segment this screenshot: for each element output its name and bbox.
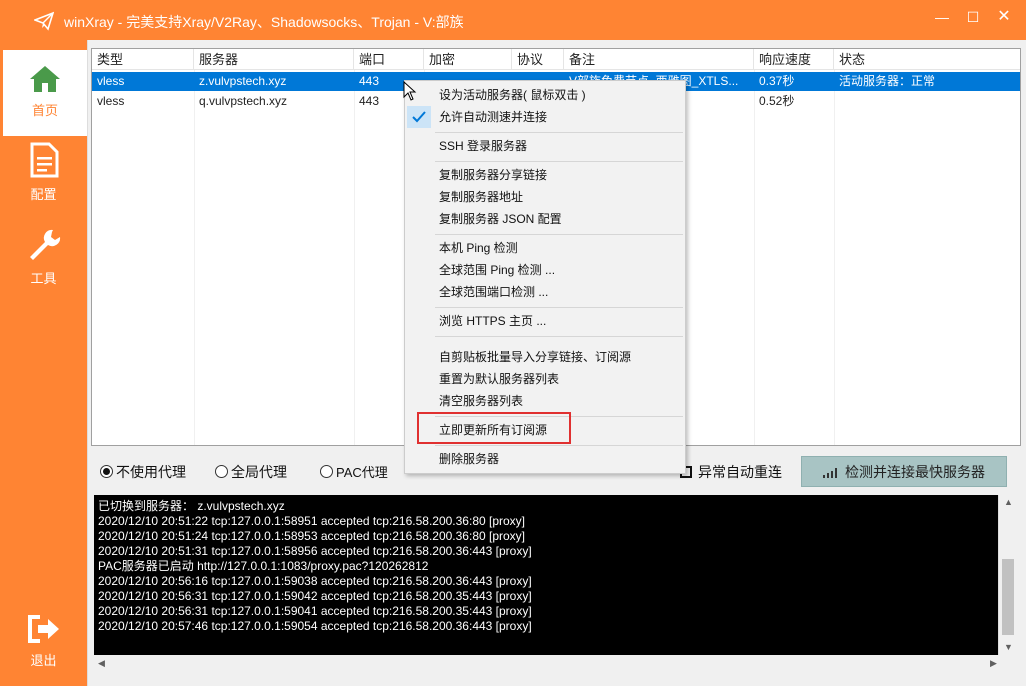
checkbox-label: 异常自动重连 <box>698 464 782 480</box>
radio-no-proxy[interactable]: 不使用代理 <box>100 462 186 482</box>
radio-dot <box>320 465 333 478</box>
column-header-type[interactable]: 类型 <box>92 49 194 70</box>
menu-item-delete-server[interactable]: 删除服务器 <box>439 448 499 470</box>
mouse-cursor-icon <box>403 81 417 101</box>
menu-item-set-active[interactable]: 设为活动服务器( 鼠标双击 ) <box>439 84 586 106</box>
menu-separator <box>435 336 683 337</box>
log-vertical-scrollbar[interactable]: ▲ ▼ <box>998 495 1016 655</box>
annotation-highlight-box <box>417 412 571 444</box>
menu-item-auto-speedtest[interactable]: 允许自动测速并连接 <box>439 106 547 128</box>
column-header-remark[interactable]: 备注 <box>564 49 754 70</box>
wrench-icon <box>29 229 60 260</box>
menu-separator <box>435 307 683 308</box>
menu-separator <box>435 234 683 235</box>
column-divider <box>354 70 355 445</box>
menu-item-reset-list[interactable]: 重置为默认服务器列表 <box>439 368 559 390</box>
menu-item-global-ping[interactable]: 全球范围 Ping 检测 ... <box>439 259 555 281</box>
scroll-up-arrow-icon[interactable]: ▲ <box>1004 497 1013 507</box>
menu-separator <box>435 445 683 446</box>
sidebar-item-label: 工具 <box>30 271 57 286</box>
sidebar-item-config[interactable]: 配置 <box>0 136 87 222</box>
scroll-down-arrow-icon[interactable]: ▼ <box>1004 642 1013 652</box>
sidebar-item-tools[interactable]: 工具 <box>0 220 87 306</box>
column-divider <box>754 70 755 445</box>
auto-reconnect-checkbox[interactable]: 异常自动重连 <box>680 462 782 482</box>
menu-item-local-ping[interactable]: 本机 Ping 检测 <box>439 237 518 259</box>
cell-server: z.vulvpstech.xyz <box>199 74 287 88</box>
cell-type: vless <box>97 94 125 108</box>
scroll-left-arrow-icon[interactable]: ◀ <box>98 658 105 669</box>
menu-separator <box>435 132 683 133</box>
column-header-status[interactable]: 状态 <box>834 49 1020 70</box>
cell-latency: 0.52秒 <box>759 94 795 108</box>
radio-label: 不使用代理 <box>116 464 186 480</box>
window-title: winXray - 完美支持Xray/V2Ray、Shadowsocks、Tro… <box>64 14 464 30</box>
column-header-port[interactable]: 端口 <box>354 49 424 70</box>
radio-dot <box>215 465 228 478</box>
table-header: 类型 服务器 端口 加密 协议 备注 响应速度 状态 <box>92 49 1020 70</box>
paper-plane-icon <box>34 11 54 31</box>
context-menu: 设为活动服务器( 鼠标双击 ) 允许自动测速并连接 SSH 登录服务器 复制服务… <box>404 80 686 474</box>
cell-status <box>834 92 1020 111</box>
signal-icon <box>823 468 837 479</box>
menu-item-copy-share-link[interactable]: 复制服务器分享链接 <box>439 164 547 186</box>
maximize-button[interactable]: ☐ <box>959 6 987 28</box>
log-line: 2020/12/10 20:56:16 tcp:127.0.0.1:59038 … <box>98 574 532 588</box>
menu-item-browse-https[interactable]: 浏览 HTTPS 主页 ... <box>439 310 546 332</box>
column-divider <box>834 70 835 445</box>
minimize-button[interactable]: — <box>928 6 956 28</box>
checkmark-icon <box>412 111 426 123</box>
menu-item-import-clipboard[interactable]: 自剪贴板批量导入分享链接、订阅源 <box>439 346 631 368</box>
log-line: 2020/12/10 20:57:46 tcp:127.0.0.1:59054 … <box>98 619 532 633</box>
log-line: 2020/12/10 20:51:22 tcp:127.0.0.1:58951 … <box>98 514 526 528</box>
close-button[interactable]: ✕ <box>990 6 1018 28</box>
radio-dot <box>100 465 113 478</box>
column-header-encryption[interactable]: 加密 <box>424 49 512 70</box>
log-line: 已切换到服务器： z.vulvpstech.xyz <box>98 499 285 513</box>
exit-icon <box>27 615 59 643</box>
menu-item-clear-list[interactable]: 清空服务器列表 <box>439 390 523 412</box>
connect-fastest-button[interactable]: 检测并连接最快服务器 <box>801 456 1007 487</box>
title-bar: winXray - 完美支持Xray/V2Ray、Shadowsocks、Tro… <box>0 0 1026 40</box>
scroll-right-arrow-icon[interactable]: ▶ <box>990 658 997 669</box>
radio-label: PAC代理 <box>336 465 388 480</box>
cell-status: 活动服务器：正常 <box>839 74 936 88</box>
sidebar-item-label: 配置 <box>30 187 57 202</box>
radio-label: 全局代理 <box>231 464 287 480</box>
menu-item-global-port-check[interactable]: 全球范围端口检测 ... <box>439 281 548 303</box>
scrollbar-thumb[interactable] <box>1002 559 1014 635</box>
cell-latency: 0.37秒 <box>759 74 795 88</box>
column-header-protocol[interactable]: 协议 <box>512 49 564 70</box>
app-window: winXray - 完美支持Xray/V2Ray、Shadowsocks、Tro… <box>0 0 1026 686</box>
exit-button[interactable]: 退出 <box>0 608 87 694</box>
home-icon <box>30 66 60 92</box>
connect-fastest-label: 检测并连接最快服务器 <box>845 464 985 480</box>
menu-check-highlight <box>407 106 431 128</box>
radio-global-proxy[interactable]: 全局代理 <box>215 462 287 482</box>
log-console[interactable]: 已切换到服务器： z.vulvpstech.xyz 2020/12/10 20:… <box>94 495 1016 655</box>
menu-item-copy-address[interactable]: 复制服务器地址 <box>439 186 523 208</box>
cell-server: q.vulvpstech.xyz <box>199 94 288 108</box>
sidebar-item-label: 首页 <box>31 103 58 118</box>
cell-type: vless <box>97 74 125 88</box>
log-horizontal-scrollbar[interactable]: ◀ ▶ <box>94 655 1016 671</box>
log-line: 2020/12/10 20:51:24 tcp:127.0.0.1:58953 … <box>98 529 526 543</box>
menu-item-copy-json[interactable]: 复制服务器 JSON 配置 <box>439 208 562 230</box>
log-line: 2020/12/10 20:56:31 tcp:127.0.0.1:59041 … <box>98 604 532 618</box>
menu-item-ssh-login[interactable]: SSH 登录服务器 <box>439 135 527 157</box>
log-line: 2020/12/10 20:56:31 tcp:127.0.0.1:59042 … <box>98 589 532 603</box>
sidebar: 首页 配置 工具 退出 <box>0 40 87 686</box>
radio-pac-proxy[interactable]: PAC代理 <box>320 462 388 481</box>
menu-separator <box>435 161 683 162</box>
column-header-server[interactable]: 服务器 <box>194 49 354 70</box>
exit-label: 退出 <box>30 653 57 668</box>
column-header-latency[interactable]: 响应速度 <box>754 49 834 70</box>
column-divider <box>194 70 195 445</box>
log-line: PAC服务器已启动 http://127.0.0.1:1083/proxy.pa… <box>98 559 429 573</box>
log-line: 2020/12/10 20:51:31 tcp:127.0.0.1:58956 … <box>98 544 532 558</box>
document-icon <box>30 142 58 178</box>
sidebar-item-home[interactable]: 首页 <box>3 50 87 136</box>
